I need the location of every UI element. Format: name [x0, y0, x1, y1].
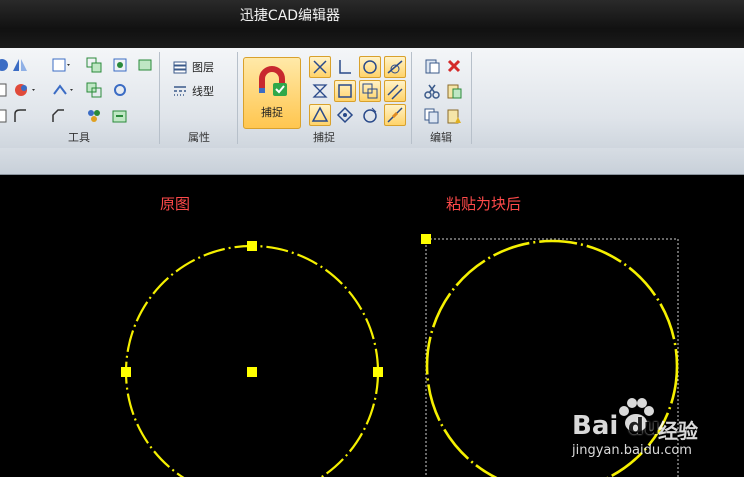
paste-icon[interactable]	[424, 58, 440, 74]
scale-icon[interactable]	[0, 82, 10, 98]
group-icon[interactable]	[138, 57, 154, 73]
watermark-cn: 经验	[658, 419, 698, 443]
grip-left[interactable]	[121, 367, 131, 377]
linetype-label: 线型	[192, 85, 214, 98]
title-bar: 迅捷CAD编辑器	[0, 0, 744, 48]
watermark-url: jingyan.baidu.com	[572, 443, 692, 458]
layer-label: 图层	[192, 61, 214, 74]
snap-endpoint-button[interactable]	[334, 80, 356, 102]
chamfer-icon[interactable]	[50, 108, 66, 124]
perpendicular-icon	[339, 60, 351, 74]
rotate-icon[interactable]	[0, 57, 10, 73]
apparent-intersection-icon	[312, 84, 328, 98]
group-divider	[471, 52, 472, 144]
grip-center[interactable]	[247, 367, 257, 377]
magnet-snap-icon	[256, 66, 288, 98]
fillet-icon[interactable]	[12, 108, 28, 124]
snap-group-label: 捕捉	[313, 131, 335, 144]
drawing-canvas[interactable]: 原图 粘贴为块后 Bai du 经验 jingyan.baidu.com	[0, 175, 744, 477]
watermark-brand-suffix: du	[628, 415, 660, 440]
properties-group-label: 属性	[188, 131, 210, 144]
snap-button-label: 捕捉	[261, 106, 283, 119]
block-selection-box	[425, 238, 679, 477]
parallel-icon	[387, 84, 403, 100]
edit-group-label: 编辑	[430, 131, 452, 144]
watermark-brand: Bai	[572, 411, 619, 441]
snap-node-button[interactable]	[334, 104, 356, 126]
snap-perpendicular-button[interactable]	[334, 56, 356, 78]
endpoint-icon	[338, 84, 352, 98]
snap-quadrant-button[interactable]	[359, 104, 381, 126]
insert-block-icon[interactable]	[112, 108, 128, 124]
layers-icon	[172, 59, 188, 75]
linetype-button[interactable]: 线型	[172, 82, 214, 100]
snap-group: 捕捉 捕捉	[238, 52, 410, 146]
cut-icon[interactable]	[424, 83, 440, 99]
properties-group: 图层 线型 属性	[162, 52, 236, 146]
copy-icon[interactable]	[86, 57, 102, 73]
center-icon	[363, 60, 377, 74]
extension-icon	[362, 83, 378, 99]
edit-group: 编辑	[412, 52, 470, 146]
paste-special-icon[interactable]	[446, 83, 462, 99]
tools-group-label: 工具	[68, 131, 90, 144]
intersection-icon	[313, 60, 327, 74]
tangent-icon	[387, 60, 403, 74]
paste-as-block-icon[interactable]	[446, 108, 462, 124]
snap-parallel-button[interactable]	[384, 80, 406, 102]
grip-top[interactable]	[247, 241, 257, 251]
snap-tangent-button[interactable]	[384, 56, 406, 78]
ribbon-footer-strip	[0, 148, 744, 175]
midpoint-icon	[311, 106, 329, 122]
align-icon[interactable]	[112, 57, 128, 73]
block-insertion-grip[interactable]	[421, 234, 431, 244]
group-divider	[159, 52, 160, 144]
block-icon[interactable]	[0, 108, 10, 124]
delete-icon[interactable]	[446, 58, 462, 74]
node-icon	[336, 106, 354, 124]
linetype-icon	[172, 83, 188, 99]
snap-button[interactable]: 捕捉	[243, 57, 301, 129]
original-circle[interactable]	[124, 244, 380, 477]
explode-icon[interactable]	[52, 82, 73, 98]
grip-right[interactable]	[373, 367, 383, 377]
mirror-icon[interactable]	[12, 57, 28, 73]
ribbon: 工具 图层 线型 属性 捕捉 捕捉 编辑	[0, 48, 744, 149]
quadrant-icon	[363, 107, 377, 123]
snap-nearest-button[interactable]	[384, 104, 406, 126]
nearest-icon	[387, 107, 403, 123]
snap-midpoint-button[interactable]	[309, 104, 331, 126]
snap-center-button[interactable]	[359, 56, 381, 78]
snap-apparent-intersection-button[interactable]	[309, 80, 331, 102]
color-picker-icon[interactable]	[14, 82, 35, 98]
copy-block-icon[interactable]	[86, 82, 102, 98]
block-circle[interactable]	[425, 239, 679, 477]
layer-button[interactable]: 图层	[172, 58, 214, 76]
refresh-icon[interactable]	[112, 82, 128, 98]
window-title: 迅捷CAD编辑器	[239, 8, 341, 24]
snap-extension-button[interactable]	[359, 80, 381, 102]
copy-clipboard-icon[interactable]	[424, 108, 440, 124]
properties-icon[interactable]	[52, 57, 70, 73]
snap-intersection-button[interactable]	[309, 56, 331, 78]
array-icon[interactable]	[86, 108, 102, 124]
tools-group: 工具	[0, 52, 158, 146]
